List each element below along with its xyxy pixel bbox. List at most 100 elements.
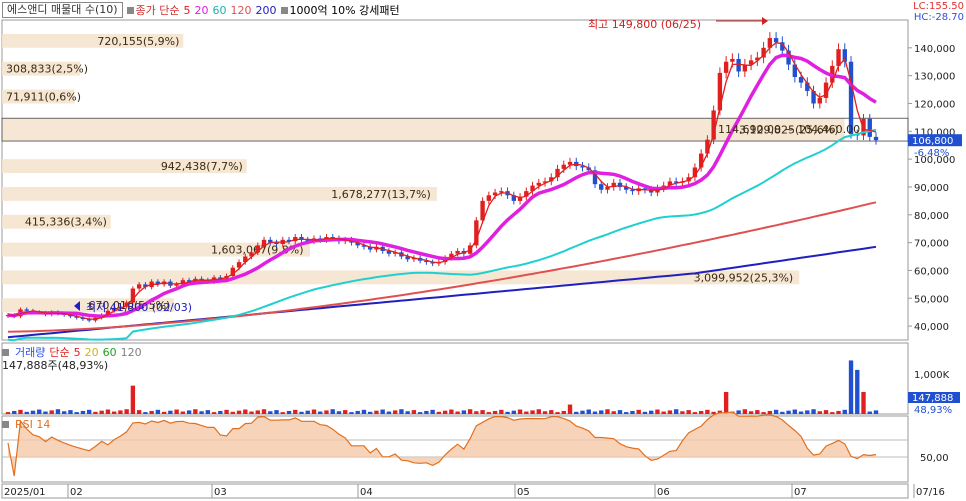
volume-bar [224, 409, 229, 414]
ma-period-20: 20 [194, 3, 209, 17]
volume-bar [605, 409, 610, 414]
volume-bar [455, 411, 460, 414]
volume-bar [830, 412, 835, 414]
y-tick-label: 120,000 [914, 99, 955, 110]
volume-bar [24, 411, 29, 414]
volume-bar [467, 409, 473, 414]
volume-bar [405, 411, 410, 414]
volume-bar [855, 369, 860, 414]
ma-period-200: 200 [255, 3, 277, 17]
stock-chart[interactable]: 720,155(5,9%) 308,833(2,5%) 71,911(0,6%) 3,… [0, 0, 966, 501]
volume-bar [848, 360, 854, 414]
volume-current-pct: 48,93% [914, 405, 952, 416]
volume-bar [86, 409, 92, 414]
volume-bar [355, 410, 360, 414]
volume-bar [43, 411, 48, 414]
volume-bar [62, 411, 67, 414]
pattern-legend[interactable]: 1000억 10% 강세패턴 [280, 2, 400, 18]
volume-bar [517, 409, 523, 414]
volume-bar [773, 409, 779, 414]
volume-bar [305, 410, 310, 414]
volume-bar [105, 409, 111, 414]
volume-bar [798, 411, 804, 414]
volume-bar [343, 410, 348, 414]
volume-profile-label: 71,911(0,6%) [6, 91, 81, 104]
volume-bar [74, 412, 79, 414]
candle-body [717, 72, 723, 111]
volume-bar [311, 409, 317, 414]
volume-bar [336, 411, 342, 414]
y-tick-label: 80,000 [914, 211, 949, 222]
volume-bar [617, 410, 623, 414]
lc-label: LC:155.50 [913, 1, 964, 12]
volume-profile-label: 1,678,277(13,7%) [331, 188, 431, 201]
volume-bar [673, 409, 679, 414]
volume-bar [649, 410, 654, 414]
volume-bar [349, 412, 354, 414]
volume-bar [261, 409, 267, 414]
rsi-square-icon [2, 421, 9, 428]
candle-body [567, 161, 573, 165]
volume-bar [836, 410, 841, 414]
x-tick-label: 04 [360, 487, 373, 498]
candle-body [867, 118, 872, 137]
symbol-label[interactable]: 에스앤디 매물대 수(10) [2, 2, 123, 18]
x-tick-label: 07/16 [916, 487, 945, 498]
volume-bar [574, 411, 579, 414]
ma-legend[interactable]: 종가 단순 [126, 2, 180, 18]
volume-bar [243, 409, 248, 414]
range-annotation: 114,690.00 ~ 104,460.00 [718, 123, 860, 136]
volume-bar [268, 411, 273, 414]
high-annotation: 최고 149,800 (06/25) [588, 18, 701, 31]
volume-bar [567, 404, 573, 414]
volume-bar [143, 412, 148, 414]
low-annotation: 최저 41,800 (02/03) [86, 301, 192, 314]
volume-bar [111, 411, 117, 414]
volume-bar [492, 410, 498, 414]
current-price-label: 106,800 [912, 136, 953, 147]
volume-bar [80, 410, 86, 414]
volume-bar [486, 412, 492, 414]
volume-bar [168, 410, 173, 414]
volume-bar [49, 410, 54, 414]
ma-legend-square-icon [126, 7, 134, 14]
volume-bar [761, 412, 766, 414]
volume-bar [30, 410, 36, 414]
volume-bar [293, 409, 298, 414]
volume-profile-label: 720,155(5,9%) [97, 35, 179, 48]
volume-bar [155, 409, 161, 414]
rsi-axis-label: 50,00 [920, 453, 949, 464]
volume-ma-120: 120 [120, 345, 142, 359]
ma-legend-prefix: 종가 단순 [135, 4, 180, 17]
volume-bar [318, 411, 323, 414]
volume-bar [555, 412, 560, 414]
candle-body [817, 97, 822, 104]
volume-bar [149, 410, 154, 414]
volume-bar [530, 410, 535, 414]
x-tick-label: 05 [517, 487, 530, 498]
volume-bar [424, 410, 429, 414]
volume-bar [611, 411, 616, 414]
volume-bar [705, 409, 710, 414]
candle-body [486, 195, 492, 201]
volume-bar [99, 410, 104, 414]
volume-current-value: 147,888 [912, 393, 953, 404]
volume-bar [748, 411, 754, 414]
volume-bar [442, 410, 448, 414]
volume-bar [698, 410, 704, 414]
candle-body [136, 284, 142, 289]
volume-profile-label: 415,336(3,4%) [25, 216, 107, 229]
candle-body [736, 58, 741, 72]
y-tick-label: 70,000 [914, 239, 949, 250]
volume-bar [592, 411, 598, 414]
volume-bar [218, 410, 223, 414]
volume-bar [324, 410, 329, 414]
x-tick-label: 2025/01 [4, 487, 46, 498]
volume-bar [430, 409, 435, 414]
candle-body [599, 184, 604, 190]
volume-bar [861, 391, 866, 414]
volume-bar [780, 411, 785, 414]
x-tick-label: 07 [794, 487, 807, 498]
volume-bar [474, 411, 479, 414]
volume-bar [549, 410, 554, 414]
